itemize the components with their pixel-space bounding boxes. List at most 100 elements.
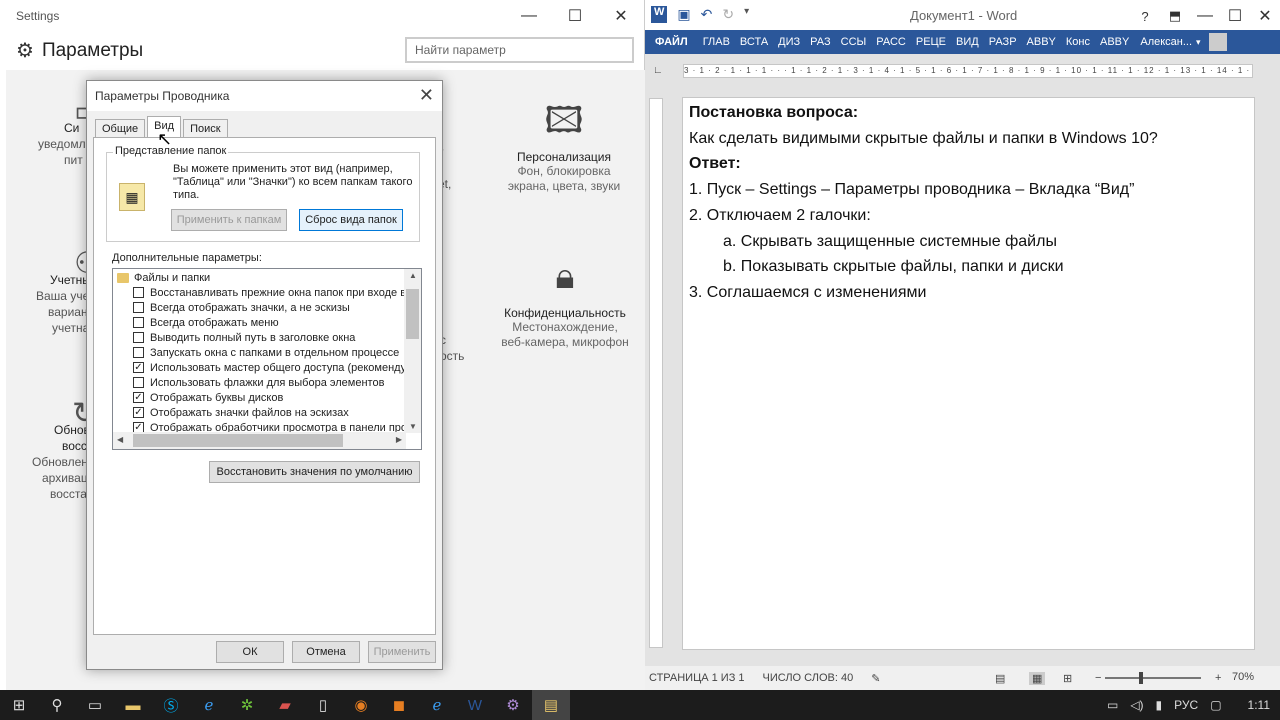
unchecked-checkbox[interactable]	[133, 302, 144, 313]
tab-abbyy[interactable]: ABBY	[1022, 36, 1061, 48]
print-layout-icon[interactable]: ▦	[1029, 671, 1046, 685]
tab-mailings[interactable]: РАСС	[871, 36, 911, 48]
vertical-ruler[interactable]	[649, 98, 663, 648]
zoom-level[interactable]: 70%	[1232, 671, 1254, 683]
zoom-slider-thumb[interactable]	[1139, 672, 1143, 684]
checked-checkbox[interactable]: ✓	[133, 407, 144, 418]
clock[interactable]: 1:11	[1248, 698, 1270, 712]
proofing-icon[interactable]: ✎	[871, 672, 880, 685]
tree-item[interactable]: Использовать флажки для выбора элементов	[133, 375, 384, 390]
unchecked-checkbox[interactable]	[133, 377, 144, 388]
unchecked-checkbox[interactable]	[133, 347, 144, 358]
tab-design[interactable]: ДИЗ	[773, 36, 805, 48]
app-orange-icon[interactable]: ◉	[342, 690, 380, 720]
account-dropdown-icon[interactable]: ▾	[1196, 37, 1201, 48]
app-green-icon[interactable]: ✲	[228, 690, 266, 720]
search-icon[interactable]: ⚲	[38, 690, 76, 720]
tab-file[interactable]: ФАЙЛ	[645, 36, 698, 48]
start-button-icon[interactable]: ⊞	[0, 690, 38, 720]
language-indicator[interactable]: РУС	[1174, 698, 1198, 712]
tab-developer[interactable]: РАЗР	[984, 36, 1022, 48]
task-view-icon[interactable]: ▭	[76, 690, 114, 720]
status-page-count[interactable]: СТРАНИЦА 1 ИЗ 1	[649, 672, 745, 684]
save-icon[interactable]: ▣	[677, 6, 690, 23]
tree-item[interactable]: ✓ Отображать значки файлов на эскизах	[133, 405, 349, 420]
advanced-settings-tree[interactable]: Файлы и папки Восстанавливать прежние ок…	[112, 268, 422, 450]
tray-volume-icon[interactable]: ◁)	[1130, 698, 1143, 712]
redo-icon[interactable]: ↻	[722, 6, 734, 23]
tray-battery-icon[interactable]: ▮	[1156, 698, 1163, 712]
tab-abbyy-2[interactable]: ABBY	[1095, 36, 1134, 48]
tab-references[interactable]: ССЫ	[836, 36, 872, 48]
user-account[interactable]: Алексан...	[1140, 36, 1192, 48]
file-explorer-icon[interactable]: ▬	[114, 690, 152, 720]
customize-qat-icon[interactable]: ▾	[744, 6, 749, 23]
apply-to-folders-button[interactable]: Применить к папкам	[171, 209, 287, 231]
app-red-icon[interactable]: ▰	[266, 690, 304, 720]
ribbon-display-icon[interactable]: ⬒	[1160, 0, 1190, 32]
scroll-left-icon[interactable]: ◀	[117, 435, 123, 444]
word-icon[interactable]: W	[456, 690, 494, 720]
ie-icon[interactable]: ℯ	[418, 690, 456, 720]
zoom-in-icon[interactable]: +	[1215, 672, 1221, 684]
search-input[interactable]: Найти параметр	[405, 37, 634, 63]
unchecked-checkbox[interactable]	[133, 317, 144, 328]
zoom-slider[interactable]	[1105, 677, 1201, 679]
read-mode-icon[interactable]: ▤	[995, 672, 1005, 685]
tree-item[interactable]: Запускать окна с папками в отдельном про…	[133, 345, 399, 360]
minimize-button[interactable]: —	[1190, 0, 1220, 32]
maximize-button[interactable]: ☐	[552, 0, 598, 32]
tab-insert[interactable]: ВСТА	[735, 36, 773, 48]
app-generic-icon[interactable]: ▯	[304, 690, 342, 720]
avatar[interactable]	[1208, 33, 1227, 51]
tab-layout[interactable]: РАЗ	[805, 36, 835, 48]
vertical-scrollbar[interactable]: ▲ ▼	[404, 269, 421, 433]
horizontal-ruler[interactable]: 3 · 1 · 2 · 1 · 1 · 1 · · · 1 · 1 · 2 · …	[683, 64, 1253, 78]
reset-folders-button[interactable]: Сброс вида папок	[299, 209, 403, 231]
apply-button[interactable]: Применить	[368, 641, 436, 663]
settings-icon[interactable]: ⚙	[494, 690, 532, 720]
scroll-up-icon[interactable]: ▲	[409, 271, 417, 280]
horizontal-scrollbar[interactable]: ◀ ▶	[113, 432, 406, 449]
status-word-count[interactable]: ЧИСЛО СЛОВ: 40	[763, 672, 854, 684]
horizontal-scroll-thumb[interactable]	[133, 434, 343, 447]
unchecked-checkbox[interactable]	[133, 287, 144, 298]
tray-network-icon[interactable]: ▭	[1107, 698, 1118, 712]
tree-item[interactable]: Всегда отображать значки, а не эскизы	[133, 300, 350, 315]
tab-view[interactable]: ВИД	[951, 36, 984, 48]
tab-konsultant[interactable]: Конс	[1061, 36, 1095, 48]
close-button[interactable]: ✕	[598, 0, 644, 32]
app-orange2-icon[interactable]: ◼	[380, 690, 418, 720]
tile-personalization[interactable]: 🖾 Персонализация Фон, блокировка экрана,…	[494, 96, 634, 194]
skype-icon[interactable]: Ⓢ	[152, 690, 190, 720]
maximize-button[interactable]: ☐	[1220, 0, 1250, 32]
tree-item[interactable]: Выводить полный путь в заголовке окна	[133, 330, 355, 345]
cancel-button[interactable]: Отмена	[292, 641, 360, 663]
tab-selector-icon[interactable]: ∟	[653, 65, 663, 76]
tile-privacy[interactable]: 🔒︎ Конфиденциальность Местонахождение, в…	[490, 252, 640, 350]
document-page[interactable]: Постановка вопроса: Как сделать видимыми…	[682, 97, 1255, 650]
undo-icon[interactable]: ↶	[701, 6, 713, 23]
close-button[interactable]: ✕	[1250, 0, 1280, 32]
minimize-button[interactable]: —	[506, 0, 552, 32]
tab-home[interactable]: ГЛАВ	[698, 36, 735, 48]
checked-checkbox[interactable]: ✓	[133, 392, 144, 403]
checked-checkbox[interactable]: ✓	[133, 362, 144, 373]
ok-button[interactable]: ОК	[216, 641, 284, 663]
edge-icon[interactable]: ℯ	[190, 690, 228, 720]
folder-options-icon[interactable]: ▤	[532, 690, 570, 720]
unchecked-checkbox[interactable]	[133, 332, 144, 343]
zoom-out-icon[interactable]: −	[1095, 672, 1101, 684]
tab-review[interactable]: РЕЦЕ	[911, 36, 951, 48]
tree-item[interactable]: Всегда отображать меню	[133, 315, 279, 330]
scroll-down-icon[interactable]: ▼	[409, 422, 417, 431]
notifications-icon[interactable]: ▢	[1210, 698, 1221, 712]
scroll-right-icon[interactable]: ▶	[396, 435, 402, 444]
tree-item[interactable]: Восстанавливать прежние окна папок при в…	[133, 285, 415, 300]
web-layout-icon[interactable]: ⊞	[1063, 672, 1072, 685]
vertical-scroll-thumb[interactable]	[406, 289, 419, 339]
restore-defaults-button[interactable]: Восстановить значения по умолчанию	[209, 461, 420, 483]
help-button[interactable]: ?	[1130, 0, 1160, 32]
dialog-close-icon[interactable]: ✕	[419, 85, 434, 106]
tree-item[interactable]: ✓ Отображать буквы дисков	[133, 390, 283, 405]
